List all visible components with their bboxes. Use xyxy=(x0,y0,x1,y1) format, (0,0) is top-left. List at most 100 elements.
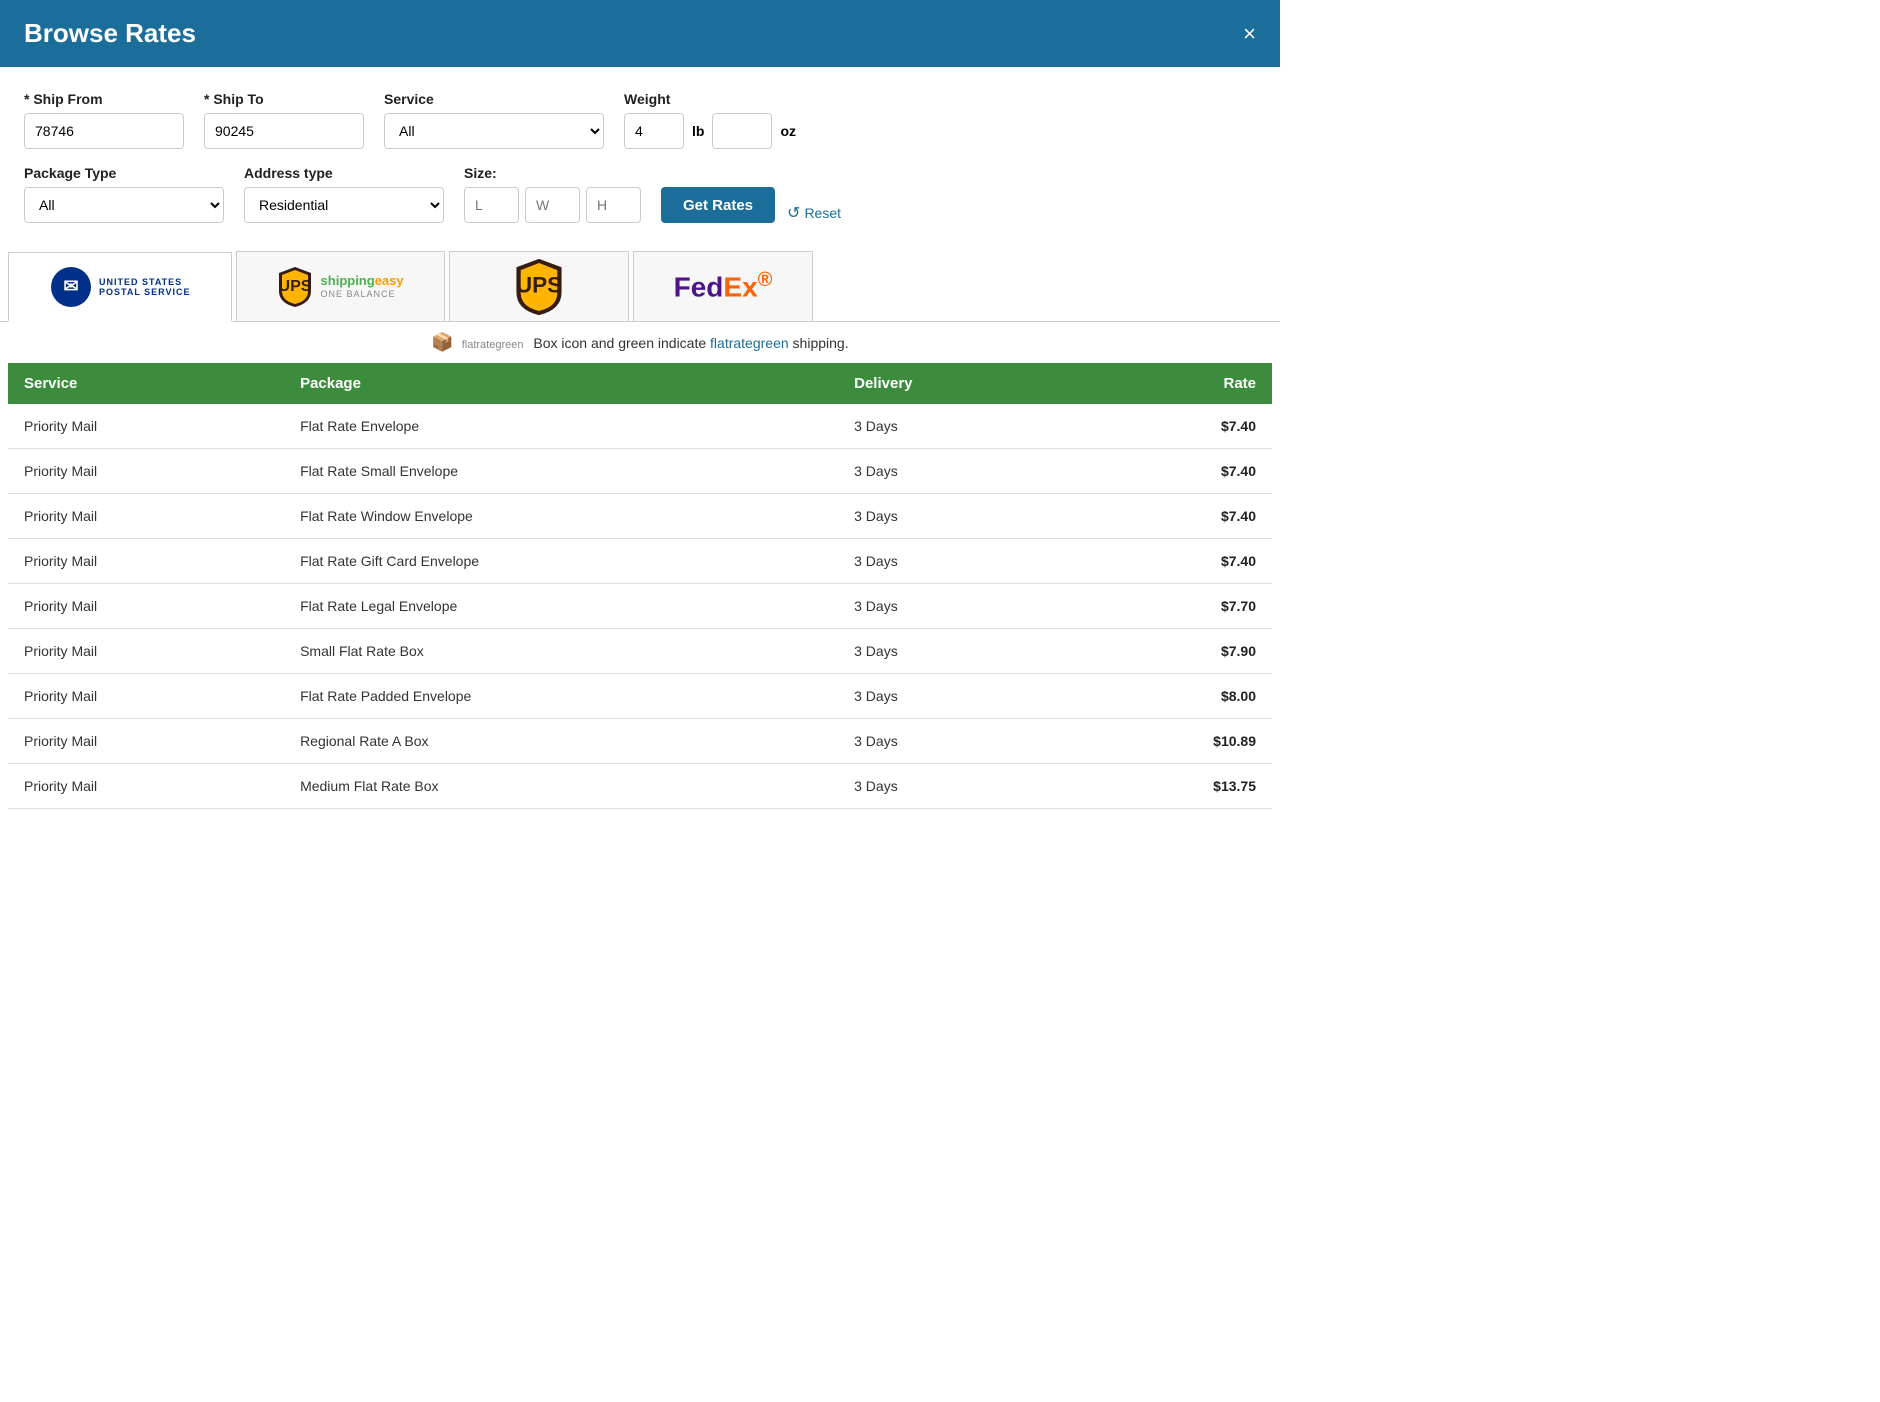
package-type-group: Package Type All Package Flat Rate Envel… xyxy=(24,165,224,223)
table-row: Priority Mail Flat Rate Gift Card Envelo… xyxy=(8,539,1272,584)
table-row: Priority Mail Flat Rate Small Envelope 3… xyxy=(8,449,1272,494)
col-package: Package xyxy=(284,363,838,404)
table-row: Priority Mail Small Flat Rate Box 3 Days… xyxy=(8,629,1272,674)
reset-icon: ↺ xyxy=(787,203,800,223)
col-service: Service xyxy=(8,363,284,404)
rates-table: Service Package Delivery Rate Priority M… xyxy=(8,363,1272,809)
cell-package: Flat Rate Legal Envelope xyxy=(284,584,838,629)
cell-package: Flat Rate Padded Envelope xyxy=(284,674,838,719)
cell-delivery: 3 Days xyxy=(838,674,1075,719)
address-type-group: Address type Residential Commercial xyxy=(244,165,444,223)
weight-label: Weight xyxy=(624,91,796,107)
service-select[interactable]: All Priority Mail First Class Parcel Sel… xyxy=(384,113,604,149)
table-header: Service Package Delivery Rate xyxy=(8,363,1272,404)
reset-button[interactable]: ↺ Reset xyxy=(787,203,841,223)
cell-delivery: 3 Days xyxy=(838,494,1075,539)
size-h-input[interactable] xyxy=(586,187,641,223)
ups-se-logo: UPS shippingeasy ONE BALANCE xyxy=(277,265,404,309)
usps-eagle-icon: ✉ xyxy=(49,265,93,309)
ship-to-input[interactable] xyxy=(204,113,364,149)
table-row: Priority Mail Flat Rate Envelope 3 Days … xyxy=(8,404,1272,449)
size-label: Size: xyxy=(464,165,641,181)
table-body: Priority Mail Flat Rate Envelope 3 Days … xyxy=(8,404,1272,809)
action-buttons: Get Rates ↺ Reset xyxy=(661,187,841,223)
filter-form: * Ship From * Ship To Service All Priori… xyxy=(0,67,1280,251)
cell-delivery: 3 Days xyxy=(838,404,1075,449)
se-text: shippingeasy ONE BALANCE xyxy=(321,274,404,298)
cell-package: Flat Rate Small Envelope xyxy=(284,449,838,494)
table-row: Priority Mail Flat Rate Window Envelope … xyxy=(8,494,1272,539)
weight-oz-input[interactable] xyxy=(712,113,772,149)
svg-text:✉: ✉ xyxy=(63,276,78,296)
flatrategreen-logo-text: flatrategreen xyxy=(462,339,524,351)
cell-delivery: 3 Days xyxy=(838,764,1075,809)
address-type-select[interactable]: Residential Commercial xyxy=(244,187,444,223)
cell-delivery: 3 Days xyxy=(838,584,1075,629)
notice-text-before: Box icon and green indicate xyxy=(533,335,710,351)
form-row-2: Package Type All Package Flat Rate Envel… xyxy=(24,165,1256,223)
carrier-tab-usps[interactable]: ✉ UNITED STATES POSTAL SERVICE xyxy=(8,252,232,322)
carrier-tab-fedex[interactable]: FedEx® xyxy=(633,251,814,321)
size-group: Size: xyxy=(464,165,641,223)
size-l-input[interactable] xyxy=(464,187,519,223)
lb-unit-label: lb xyxy=(692,123,704,139)
package-type-label: Package Type xyxy=(24,165,224,181)
page-title: Browse Rates xyxy=(24,18,196,49)
usps-text: UNITED STATES POSTAL SERVICE xyxy=(99,277,191,297)
ups-logo-icon: UPS xyxy=(513,256,565,318)
usps-logo: ✉ UNITED STATES POSTAL SERVICE xyxy=(49,265,191,309)
cell-package: Regional Rate A Box xyxy=(284,719,838,764)
fedex-logo: FedEx® xyxy=(674,269,773,303)
cell-service: Priority Mail xyxy=(8,404,284,449)
cell-service: Priority Mail xyxy=(8,719,284,764)
cell-delivery: 3 Days xyxy=(838,449,1075,494)
ship-from-label: * Ship From xyxy=(24,91,184,107)
notice-text-after: shipping. xyxy=(793,335,849,351)
size-w-input[interactable] xyxy=(525,187,580,223)
flatrategreen-link[interactable]: flatrategreen xyxy=(710,335,789,351)
service-group: Service All Priority Mail First Class Pa… xyxy=(384,91,604,149)
cell-rate: $7.40 xyxy=(1075,494,1272,539)
table-row: Priority Mail Flat Rate Padded Envelope … xyxy=(8,674,1272,719)
oz-unit-label: oz xyxy=(780,123,796,139)
col-delivery: Delivery xyxy=(838,363,1075,404)
cell-package: Flat Rate Envelope xyxy=(284,404,838,449)
close-button[interactable]: × xyxy=(1243,23,1256,45)
table-row: Priority Mail Medium Flat Rate Box 3 Day… xyxy=(8,764,1272,809)
cell-package: Small Flat Rate Box xyxy=(284,629,838,674)
cell-rate: $7.40 xyxy=(1075,539,1272,584)
rates-section: Service Package Delivery Rate Priority M… xyxy=(0,363,1280,809)
carrier-tab-ups[interactable]: UPS xyxy=(449,251,629,321)
ups-shield-icon: UPS xyxy=(277,265,313,309)
cell-service: Priority Mail xyxy=(8,449,284,494)
modal-header: Browse Rates × xyxy=(0,0,1280,67)
package-type-select[interactable]: All Package Flat Rate Envelope Flat Rate… xyxy=(24,187,224,223)
reset-label: Reset xyxy=(804,205,841,221)
carrier-tab-ups-se[interactable]: UPS shippingeasy ONE BALANCE xyxy=(236,251,445,321)
ship-from-group: * Ship From xyxy=(24,91,184,149)
col-rate: Rate xyxy=(1075,363,1272,404)
address-type-label: Address type xyxy=(244,165,444,181)
weight-lb-input[interactable] xyxy=(624,113,684,149)
get-rates-button[interactable]: Get Rates xyxy=(661,187,775,223)
cell-service: Priority Mail xyxy=(8,494,284,539)
carrier-tabs: ✉ UNITED STATES POSTAL SERVICE UPS shipp… xyxy=(0,251,1280,322)
cell-rate: $7.70 xyxy=(1075,584,1272,629)
svg-text:UPS: UPS xyxy=(278,278,311,295)
cell-rate: $7.40 xyxy=(1075,449,1272,494)
cell-package: Flat Rate Gift Card Envelope xyxy=(284,539,838,584)
cell-rate: $7.40 xyxy=(1075,404,1272,449)
cell-rate: $8.00 xyxy=(1075,674,1272,719)
svg-text:UPS: UPS xyxy=(515,272,561,297)
flatrategreen-notice: 📦 flatrategreen Box icon and green indic… xyxy=(0,322,1280,363)
cell-package: Medium Flat Rate Box xyxy=(284,764,838,809)
cell-delivery: 3 Days xyxy=(838,629,1075,674)
ship-to-label: * Ship To xyxy=(204,91,364,107)
cell-service: Priority Mail xyxy=(8,539,284,584)
cell-rate: $7.90 xyxy=(1075,629,1272,674)
weight-group: Weight lb oz xyxy=(624,91,796,149)
ship-to-group: * Ship To xyxy=(204,91,364,149)
ship-from-input[interactable] xyxy=(24,113,184,149)
cell-service: Priority Mail xyxy=(8,629,284,674)
cell-service: Priority Mail xyxy=(8,584,284,629)
